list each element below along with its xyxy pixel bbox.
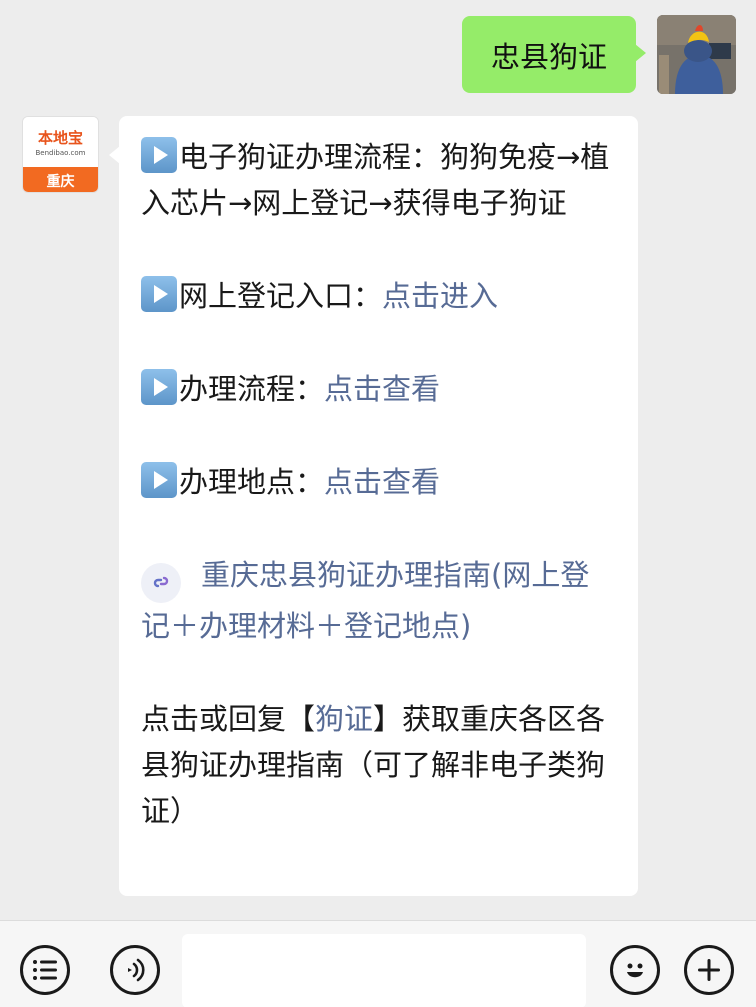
bot-avatar[interactable]: 本地宝 Bendibao.com 重庆	[22, 116, 99, 193]
register-entry-link[interactable]: 点击进入	[382, 279, 498, 313]
emoji-button[interactable]	[610, 945, 660, 995]
message-paragraph-register: 网上登记入口：点击进入	[141, 273, 616, 319]
bendibao-logo: 本地宝 Bendibao.com	[23, 117, 98, 167]
voice-icon	[128, 958, 145, 982]
message-input[interactable]	[182, 934, 586, 1007]
voice-button[interactable]	[110, 945, 160, 995]
logo-city-label: 重庆	[23, 167, 98, 192]
location-link[interactable]: 点击查看	[324, 465, 440, 499]
play-icon	[141, 369, 177, 405]
location-label: 办理地点：	[179, 465, 325, 499]
logo-text: 本地宝	[37, 129, 83, 147]
outgoing-message-text: 忠县狗证	[490, 39, 607, 74]
emoji-icon	[627, 963, 643, 978]
miniprogram-guide-link[interactable]: 重庆忠县狗证办理指南(网上登记＋办理材料＋登记地点)	[141, 558, 589, 643]
message-paragraph-miniprogram: 重庆忠县狗证办理指南(网上登记＋办理材料＋登记地点)	[141, 552, 616, 649]
menu-button[interactable]	[20, 945, 70, 995]
procedure-label: 办理流程：	[179, 372, 325, 406]
message-paragraph-process: 电子狗证办理流程：狗狗免疫→植入芯片→网上登记→获得电子狗证	[141, 134, 616, 226]
reply-text-before: 点击或回复【	[141, 702, 316, 736]
user-avatar[interactable]	[657, 15, 736, 94]
message-paragraph-location: 办理地点：点击查看	[141, 459, 616, 505]
outgoing-message-bubble[interactable]: 忠县狗证	[462, 16, 646, 93]
plus-button[interactable]	[684, 945, 734, 995]
play-icon	[141, 462, 177, 498]
keyword-link[interactable]: 狗证	[315, 702, 373, 736]
play-icon	[141, 276, 177, 312]
chat-input-bar	[0, 920, 756, 1007]
logo-domain: Bendibao.com	[35, 149, 86, 157]
register-label: 网上登记入口：	[179, 279, 383, 313]
process-text: 电子狗证办理流程：狗狗免疫→植入芯片→网上登记→获得电子狗证	[141, 140, 610, 220]
plus-icon	[698, 959, 720, 981]
play-icon	[141, 137, 177, 173]
list-menu-icon	[33, 960, 57, 980]
miniprogram-link-icon	[141, 563, 181, 603]
message-paragraph-reply: 点击或回复【狗证】获取重庆各区各县狗证办理指南（可了解非电子类狗证）	[141, 696, 616, 834]
procedure-link[interactable]: 点击查看	[324, 372, 440, 406]
incoming-message-bubble: 电子狗证办理流程：狗狗免疫→植入芯片→网上登记→获得电子狗证 网上登记入口：点击…	[109, 116, 638, 896]
message-paragraph-procedure: 办理流程：点击查看	[141, 366, 616, 412]
user-avatar-image	[657, 15, 736, 94]
